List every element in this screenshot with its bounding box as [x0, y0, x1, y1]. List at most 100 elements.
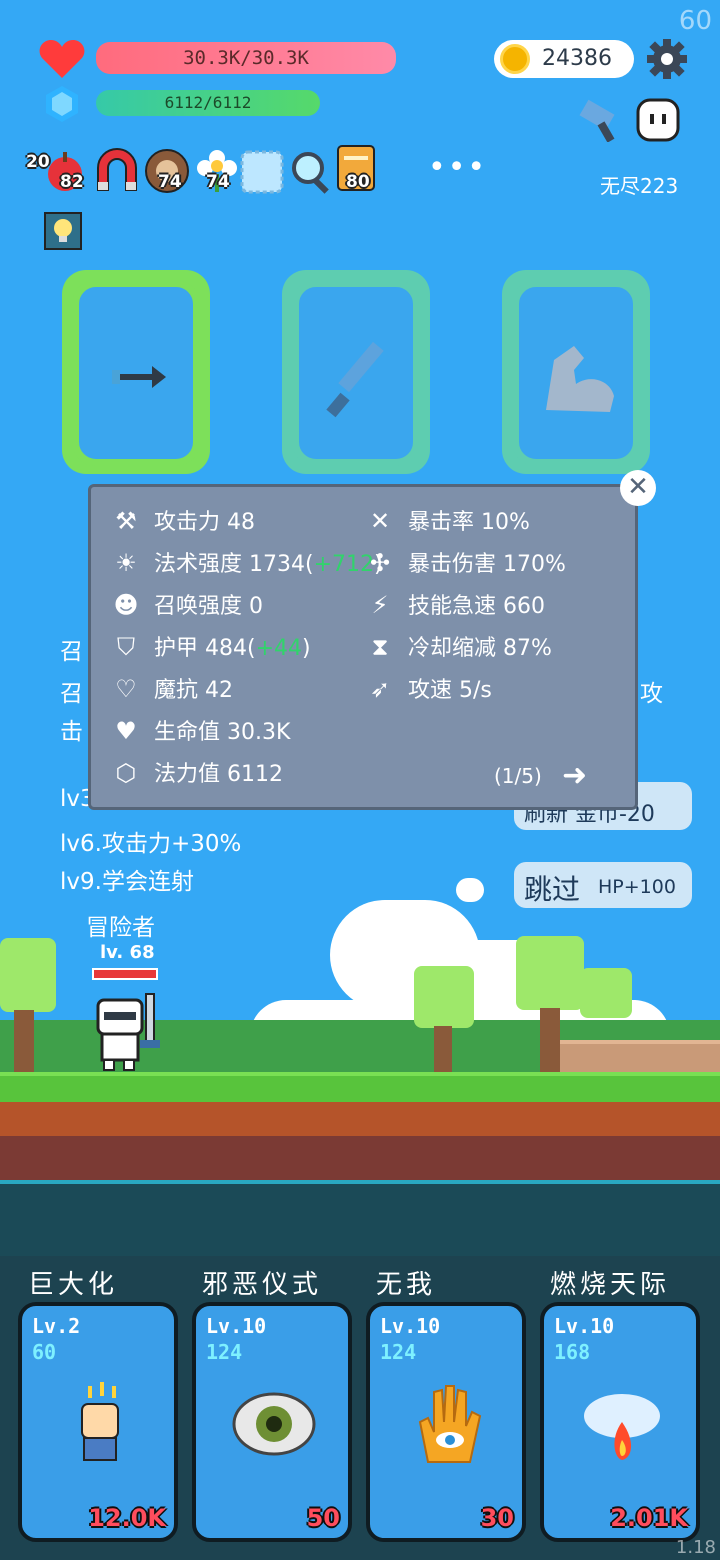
- skill-price: 50: [306, 1504, 340, 1532]
- gold-amount: 24386: [542, 46, 612, 71]
- muscle-icon: [546, 346, 614, 412]
- ground-dirt: [0, 1102, 720, 1136]
- crit-damage-icon: ✣: [369, 549, 391, 577]
- close-icon[interactable]: ✕: [620, 470, 656, 506]
- skill-price: 12.0K: [88, 1504, 166, 1532]
- ghost-icon[interactable]: [634, 96, 682, 144]
- stat-attack-speed: ➶ 攻速 5/s: [364, 672, 492, 704]
- desc-line-1: 召: [60, 639, 83, 665]
- skill-card-evil-ritual[interactable]: Lv.10 124 50: [192, 1302, 352, 1542]
- skill-mana-cost: 124: [206, 1340, 243, 1364]
- heart-shield-icon: ♡: [115, 675, 137, 703]
- hp-bar: 30.3K/30.3K: [96, 42, 396, 74]
- eye-icon: [232, 1392, 316, 1456]
- more-items-icon[interactable]: •••: [428, 150, 487, 185]
- level-perk-9: lv9.学会连射: [60, 869, 194, 895]
- shield-ring-count: 74: [158, 172, 182, 192]
- tree: [0, 938, 56, 1012]
- summon-icon: ☻: [113, 591, 139, 619]
- stat-cooldown-reduction: ⧗ 冷却缩减 87%: [364, 630, 552, 662]
- skill-price: 30: [480, 1504, 514, 1532]
- stat-armor: ⛉ 护甲 484(+44): [110, 630, 311, 662]
- stat-summon-power: ☻ 召唤强度 0: [110, 588, 263, 620]
- heart-icon: ♥: [115, 717, 137, 745]
- skip-button[interactable]: 跳过 HP+100: [514, 862, 692, 908]
- gear-icon[interactable]: [646, 38, 688, 80]
- axe-boss-icon: [579, 99, 615, 142]
- ground-grass: [0, 1072, 720, 1106]
- stat-spell-power: ☀ 法术强度 1734(+712): [110, 546, 382, 578]
- shield-icon: ⛉: [117, 633, 135, 661]
- hero-name: 冒险者: [86, 915, 155, 941]
- book-count: 80: [346, 172, 370, 192]
- skill-title-3: 无我: [376, 1270, 437, 1300]
- skip-label: 跳过: [524, 873, 581, 906]
- tree: [580, 968, 632, 1018]
- axe-icon: ⚒: [115, 507, 137, 535]
- skill-card-giant[interactable]: Lv.2 60 12.0K: [18, 1302, 178, 1542]
- tree-trunk: [434, 1026, 452, 1072]
- hero-hp-bar: [92, 968, 158, 980]
- skill-title-4: 燃烧天际: [550, 1270, 671, 1300]
- water: [0, 1180, 720, 1260]
- skill-price: 2.01K: [610, 1504, 688, 1532]
- sword-icon: [326, 341, 384, 418]
- stat-crit-rate: ✕ 暴击率 10%: [364, 504, 530, 536]
- stat-magic-resist: ♡ 魔抗 42: [110, 672, 233, 704]
- fire-cloud-icon: [584, 1394, 660, 1460]
- coin-icon: [500, 44, 530, 74]
- cloud: [456, 878, 484, 902]
- apple-count: 82: [60, 172, 84, 192]
- skill-level: Lv.2: [32, 1314, 81, 1338]
- skill-mana-cost: 168: [554, 1340, 591, 1364]
- stat-mana: ⬡ 法力值 6112: [110, 756, 284, 788]
- arrow-icon: [112, 366, 166, 388]
- stat-attack: ⚒ 攻击力 48: [110, 504, 255, 536]
- desc-line-3: 击: [60, 719, 83, 745]
- mana-crystal-icon: [46, 86, 78, 122]
- skill-level: Lv.10: [206, 1314, 267, 1338]
- magnet-icon[interactable]: [92, 146, 142, 196]
- tree: [516, 936, 584, 1010]
- stat-health: ♥ 生命值 30.3K: [110, 714, 290, 746]
- skill-mana-cost: 60: [32, 1340, 57, 1364]
- hero-level: lv. 68: [100, 942, 155, 963]
- version-label: 1.18: [675, 1537, 716, 1558]
- fps-counter: 60: [678, 6, 712, 36]
- skill-card-burning-sky[interactable]: Lv.10 168 2.01K: [540, 1302, 700, 1542]
- hourglass-icon: ⧗: [371, 633, 389, 661]
- stat-crit-damage: ✣ 暴击伤害 170%: [364, 546, 566, 578]
- fist-icon: [81, 1382, 119, 1461]
- desc-right-char: 攻: [640, 681, 663, 707]
- next-page-arrow-icon[interactable]: ➜: [562, 758, 587, 793]
- magnifier-icon[interactable]: [288, 148, 338, 198]
- skill-title-2: 邪恶仪式: [202, 1270, 323, 1300]
- page-indicator: (1/5): [494, 764, 542, 788]
- skill-card-selfless[interactable]: Lv.10 124 30: [366, 1302, 526, 1542]
- tree-trunk: [540, 1008, 560, 1072]
- flower-count: 74: [206, 172, 230, 192]
- ice-cube-icon[interactable]: [238, 148, 288, 198]
- skill-mana-cost: 124: [380, 1340, 417, 1364]
- bow-icon: ➶: [369, 675, 391, 703]
- endless-level-label: 无尽223: [600, 174, 679, 198]
- skill-level: Lv.10: [380, 1314, 441, 1338]
- crit-icon: ✕: [369, 507, 391, 535]
- fence: [560, 1040, 720, 1076]
- hand-eye-icon: [418, 1385, 482, 1463]
- heart-icon: [39, 40, 85, 78]
- mp-bar: 6112/6112: [96, 90, 320, 116]
- lightbulb-icon[interactable]: [44, 212, 82, 250]
- ground-dirt-dark: [0, 1136, 720, 1180]
- tree: [414, 966, 474, 1028]
- skill-title-1: 巨大化: [28, 1270, 119, 1300]
- skill-level: Lv.10: [554, 1314, 615, 1338]
- knight-hero[interactable]: [92, 992, 166, 1072]
- crystal-icon: ⬡: [115, 759, 137, 787]
- desc-line-2: 召: [60, 681, 83, 707]
- skip-bonus: HP+100: [598, 876, 676, 898]
- sun-icon: ☀: [115, 549, 137, 577]
- lightning-icon: ⚡: [371, 591, 389, 619]
- stat-ability-haste: ⚡ 技能急速 660: [364, 588, 545, 620]
- level-perk-6: lv6.攻击力+30%: [60, 831, 242, 857]
